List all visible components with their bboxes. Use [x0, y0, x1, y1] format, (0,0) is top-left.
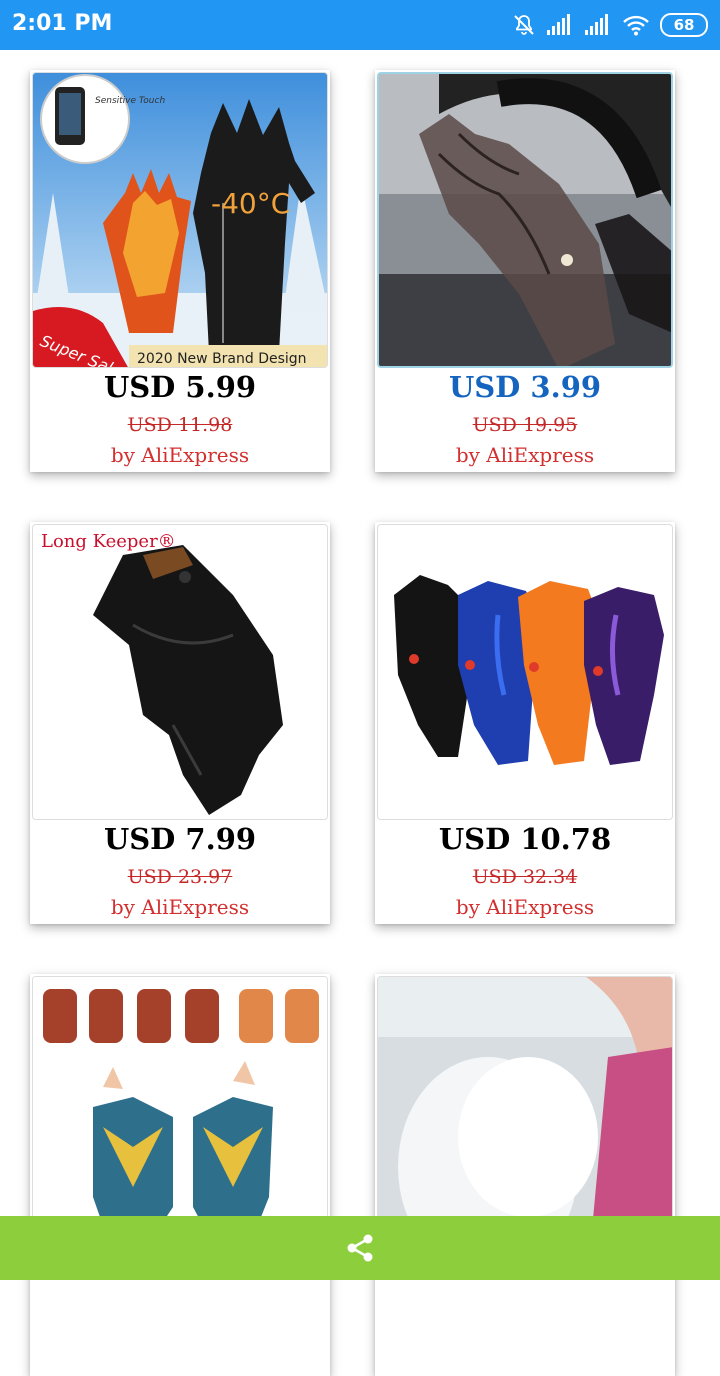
seller-label: by AliExpress	[110, 443, 250, 467]
price: USD 3.99	[448, 370, 602, 404]
signal-icon-1	[546, 14, 574, 36]
price: USD 7.99	[103, 822, 257, 856]
old-price: USD 32.34	[472, 866, 578, 888]
price: USD 5.99	[103, 370, 257, 404]
product-card[interactable]: Sensitive Touch -40°C Super Sales 2020 N…	[30, 70, 330, 472]
status-bar: 2:01 PM 68	[0, 0, 720, 50]
old-price: USD 23.97	[127, 866, 233, 888]
product-card[interactable]	[30, 974, 330, 1376]
product-card[interactable]: USD 3.99 USD 19.95 by AliExpress	[375, 70, 675, 472]
product-card[interactable]: USD 10.78 USD 32.34 by AliExpress	[375, 522, 675, 924]
old-price: USD 19.95	[472, 414, 578, 436]
share-icon[interactable]	[344, 1232, 376, 1264]
temperature-label: -40°C	[211, 187, 290, 220]
brand-logo: Long Keeper®	[41, 531, 176, 552]
product-image[interactable]	[377, 524, 673, 820]
brand-banner: 2020 New Brand Design	[137, 351, 307, 367]
seller-label: by AliExpress	[455, 895, 595, 919]
wifi-icon	[622, 14, 650, 36]
battery-indicator: 68	[660, 13, 708, 37]
status-time: 2:01 PM	[12, 11, 113, 36]
status-icons: 68	[512, 12, 708, 38]
product-image[interactable]: Sensitive Touch -40°C Super Sales 2020 N…	[32, 72, 328, 368]
bottom-bar	[0, 1216, 720, 1280]
mute-bell-icon	[512, 13, 536, 37]
touch-label: Sensitive Touch	[95, 96, 165, 106]
product-card[interactable]: Long Keeper® USD 7.99 USD 23.97 by AliEx…	[30, 522, 330, 924]
seller-label: by AliExpress	[110, 895, 250, 919]
product-image[interactable]: Long Keeper®	[32, 524, 328, 820]
product-image[interactable]	[377, 72, 673, 368]
price: USD 10.78	[438, 822, 612, 856]
old-price: USD 11.98	[127, 414, 233, 436]
seller-label: by AliExpress	[455, 443, 595, 467]
signal-icon-2	[584, 14, 612, 36]
product-card[interactable]	[375, 974, 675, 1376]
